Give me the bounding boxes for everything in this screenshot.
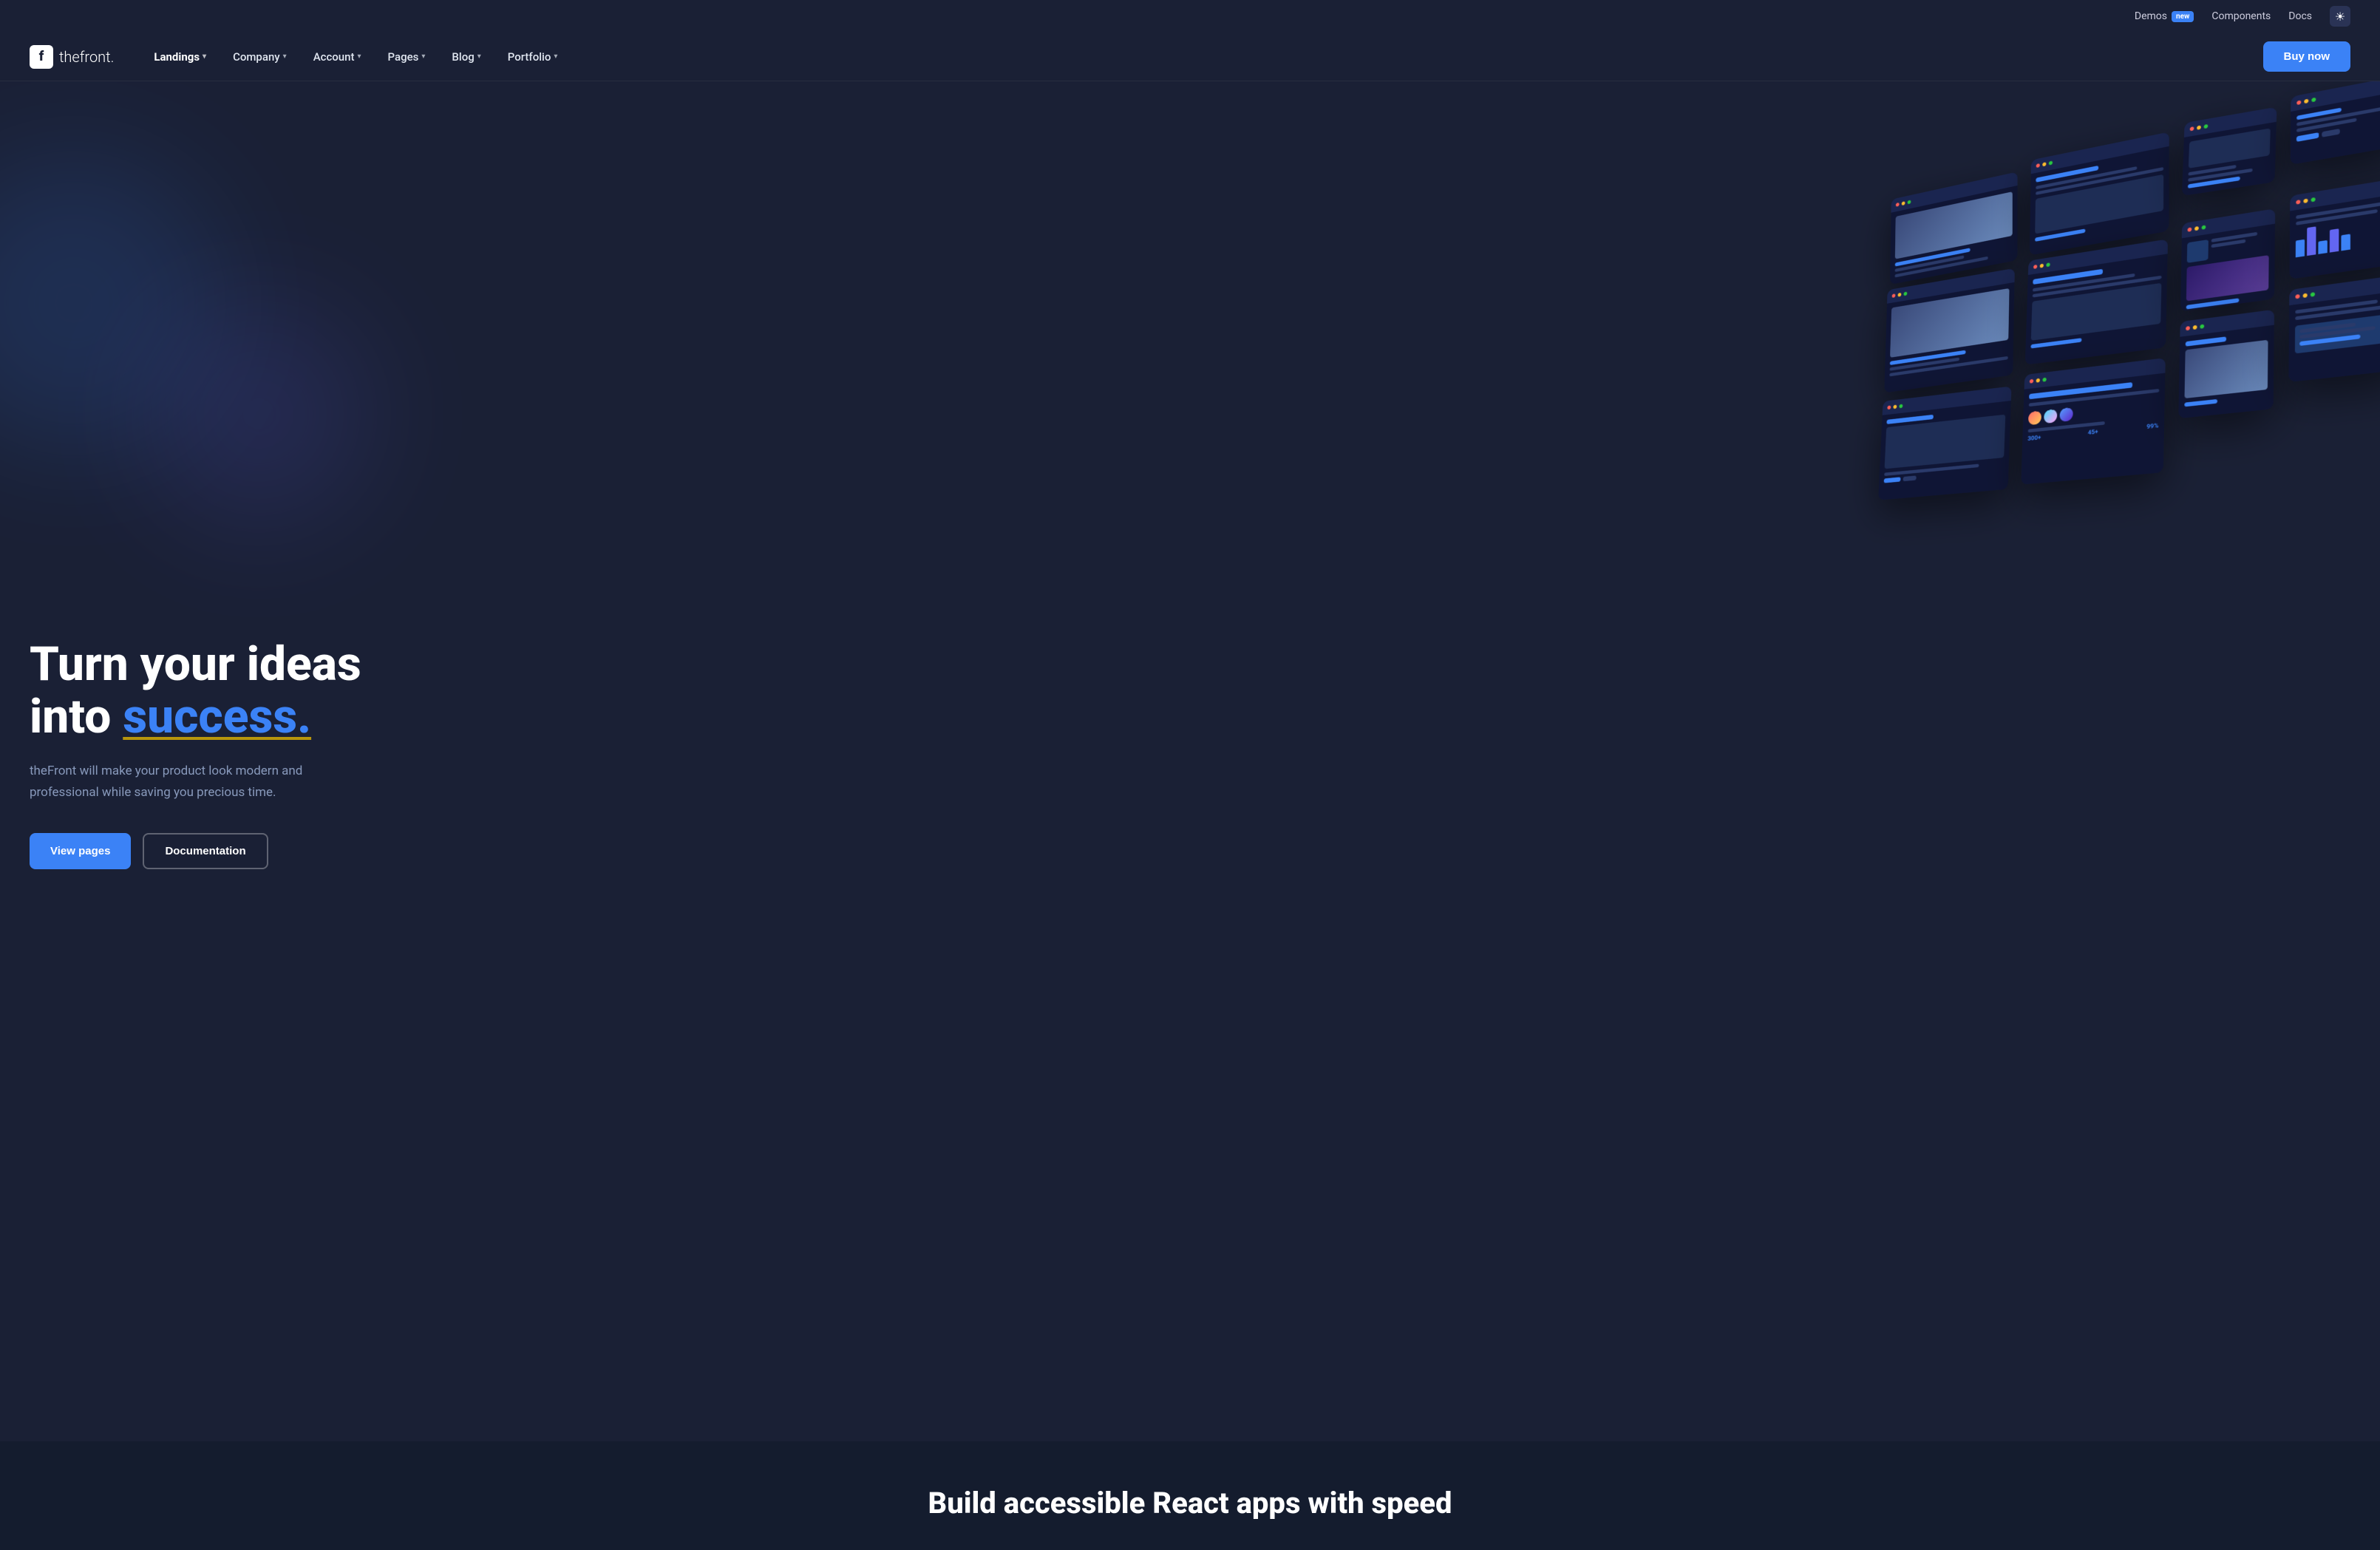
- hero-visuals: 300+ 45+ 99%: [1833, 81, 2380, 1441]
- chevron-down-icon: ▾: [554, 52, 557, 61]
- main-navbar: f thefront. Landings ▾ Company ▾ Account…: [0, 33, 2380, 81]
- screenshot-card-4: [2291, 81, 2380, 165]
- nav-item-account[interactable]: Account ▾: [303, 44, 372, 69]
- nav-item-company[interactable]: Company ▾: [222, 44, 297, 69]
- components-link[interactable]: Components: [2211, 10, 2271, 22]
- theme-toggle[interactable]: ☀: [2330, 6, 2350, 27]
- logo-text: thefront.: [59, 48, 114, 66]
- view-pages-button[interactable]: View pages: [30, 833, 131, 869]
- new-badge: new: [2172, 11, 2194, 22]
- screenshot-card-1: [1890, 171, 2018, 285]
- screenshot-card-10: 300+ 45+ 99%: [2021, 358, 2166, 485]
- screenshot-card-5: [1884, 268, 2015, 393]
- buy-now-button[interactable]: Buy now: [2263, 41, 2351, 72]
- demos-link[interactable]: Demos new: [2135, 10, 2194, 22]
- screenshots-grid: 300+ 45+ 99%: [1833, 81, 2380, 1441]
- screenshot-card-6: [2025, 239, 2168, 364]
- nav-item-portfolio[interactable]: Portfolio ▾: [497, 44, 568, 69]
- chevron-down-icon: ▾: [203, 52, 206, 61]
- nav-item-pages[interactable]: Pages ▾: [378, 44, 436, 69]
- screenshot-card-2: [2030, 132, 2169, 255]
- screenshot-card-8: [2289, 177, 2380, 279]
- nav-actions: Buy now: [2263, 41, 2351, 72]
- hero-content: Turn your ideas into success. theFront w…: [30, 639, 370, 869]
- hero-section: Turn your ideas into success. theFront w…: [0, 81, 2380, 1441]
- screenshot-card-7: [2180, 208, 2275, 311]
- chevron-down-icon: ▾: [283, 52, 287, 61]
- nav-item-blog[interactable]: Blog ▾: [441, 44, 491, 69]
- bottom-section: Build accessible React apps with speed: [0, 1441, 2380, 1550]
- nav-item-landings[interactable]: Landings ▾: [143, 44, 217, 69]
- top-bar: Demos new Components Docs ☀: [0, 0, 2380, 33]
- hero-subtitle: theFront will make your product look mod…: [30, 761, 370, 803]
- logo[interactable]: f thefront.: [30, 45, 114, 69]
- bg-blob-2: [148, 303, 370, 525]
- bg-blob-1: [0, 155, 222, 451]
- screenshot-card-9: [1878, 386, 2011, 500]
- documentation-button[interactable]: Documentation: [143, 833, 268, 869]
- screenshot-card-12: [2288, 274, 2380, 382]
- nav-links: Landings ▾ Company ▾ Account ▾ Pages ▾ B…: [143, 44, 2262, 69]
- chevron-down-icon: ▾: [358, 52, 361, 61]
- bottom-title: Build accessible React apps with speed: [30, 1486, 2350, 1520]
- logo-icon: f: [30, 45, 53, 69]
- screenshot-card-11: [2178, 310, 2274, 419]
- docs-link[interactable]: Docs: [2288, 10, 2312, 22]
- screenshot-card-3: [2182, 107, 2277, 197]
- hero-buttons: View pages Documentation: [30, 833, 370, 869]
- hero-title: Turn your ideas into success.: [30, 639, 370, 743]
- chevron-down-icon: ▾: [421, 52, 425, 61]
- chevron-down-icon: ▾: [477, 52, 481, 61]
